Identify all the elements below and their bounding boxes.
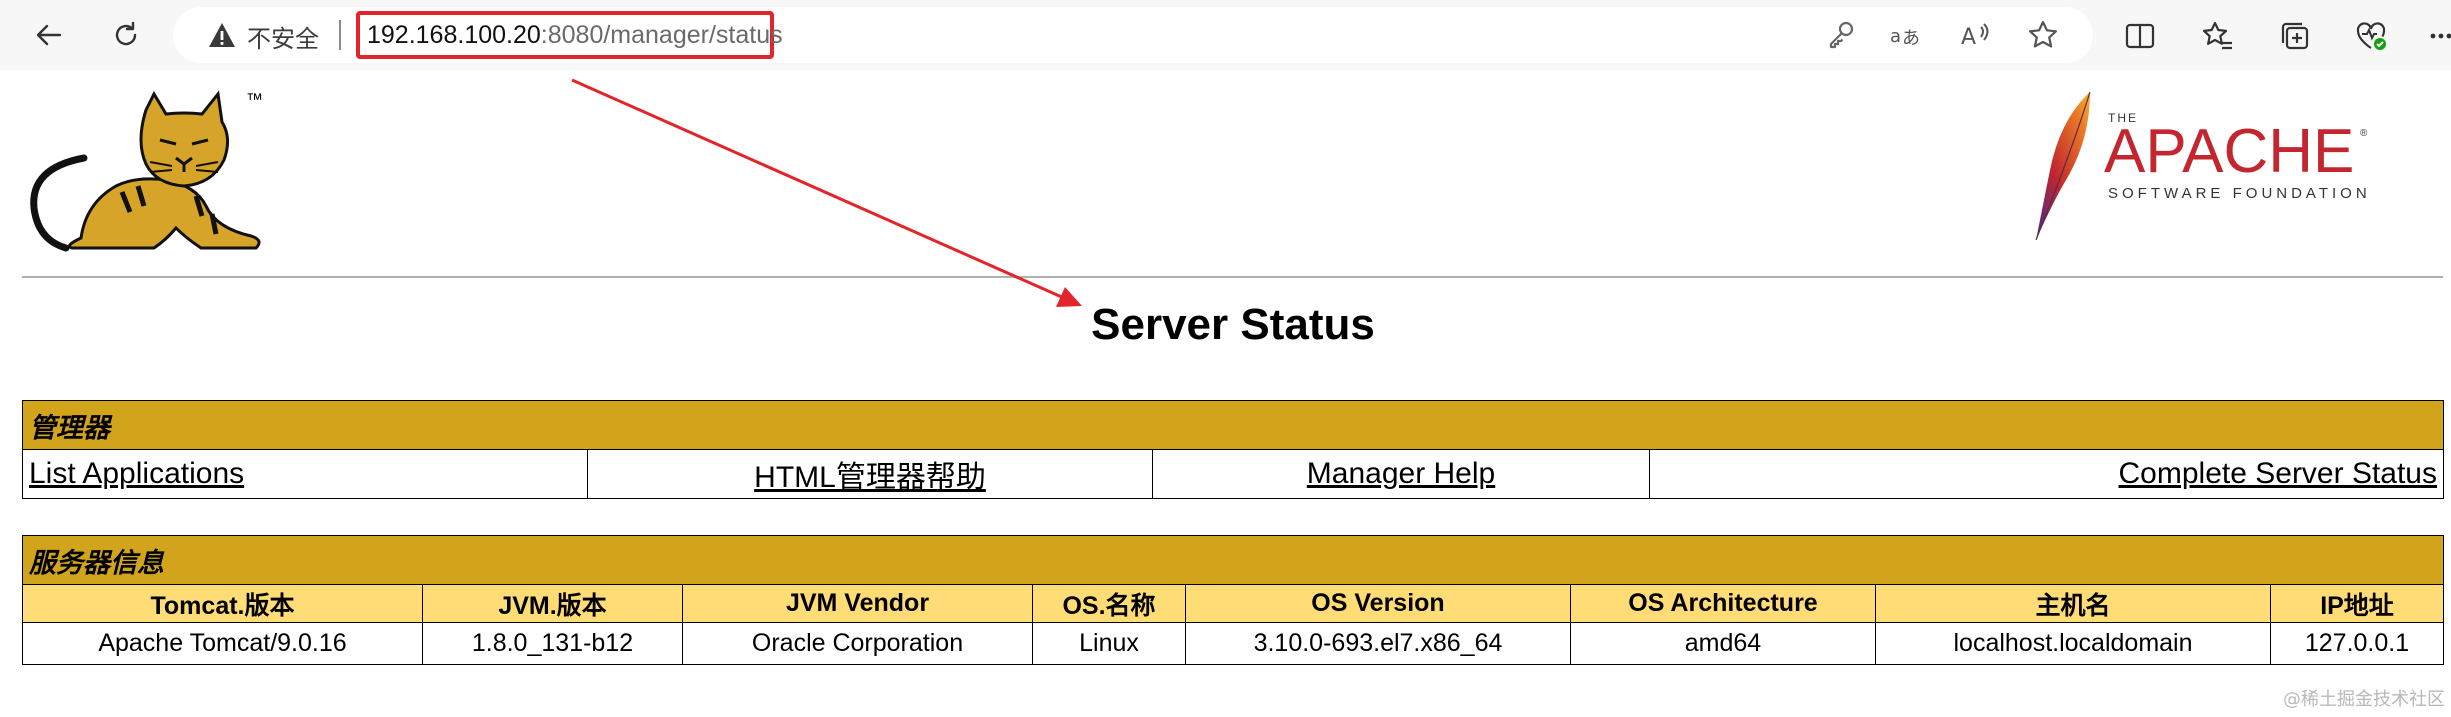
url-text[interactable]: 192.168.100.20:8080/manager/status bbox=[367, 21, 783, 50]
column-header-row: Tomcat.版本 JVM.版本 JVM Vendor OS.名称 OS Ver… bbox=[22, 584, 2444, 623]
security-status[interactable]: 不安全 bbox=[247, 19, 319, 54]
address-bar[interactable]: 不安全 192.168.100.20:8080/manager/status a… bbox=[173, 7, 2093, 63]
column-header: 主机名 bbox=[1875, 584, 2271, 623]
column-header: JVM.版本 bbox=[422, 584, 683, 623]
html-manager-help-cell: HTML管理器帮助 bbox=[587, 449, 1153, 499]
browser-toolbar: 不安全 192.168.100.20:8080/manager/status a… bbox=[0, 0, 2451, 70]
column-header: JVM Vendor bbox=[682, 584, 1033, 623]
svg-text:あ: あ bbox=[1902, 28, 1920, 49]
jvm-version-value: 1.8.0_131-b12 bbox=[422, 622, 683, 665]
complete-server-status-cell: Complete Server Status bbox=[1649, 449, 2444, 499]
column-header: IP地址 bbox=[2270, 584, 2444, 623]
url-highlight-box: 192.168.100.20:8080/manager/status bbox=[356, 11, 783, 59]
back-button[interactable] bbox=[27, 13, 71, 57]
complete-server-status-link[interactable]: Complete Server Status bbox=[2119, 457, 2437, 490]
manager-help-link[interactable]: Manager Help bbox=[1307, 457, 1495, 490]
translate-icon[interactable]: aあ bbox=[1889, 19, 1921, 51]
os-architecture-value: amd64 bbox=[1570, 622, 1876, 665]
watermark: @稀土掘金技术社区 bbox=[2283, 689, 2445, 710]
list-applications-cell: List Applications bbox=[22, 449, 588, 499]
tomcat-logo bbox=[30, 90, 261, 252]
os-name-value: Linux bbox=[1032, 622, 1186, 665]
os-version-value: 3.10.0-693.el7.x86_64 bbox=[1185, 622, 1571, 665]
url-host: 192.168.100.20 bbox=[367, 21, 541, 49]
refresh-button[interactable] bbox=[104, 13, 148, 57]
svg-text:SOFTWARE FOUNDATION: SOFTWARE FOUNDATION bbox=[2108, 185, 2371, 202]
tomcat-version-value: Apache Tomcat/9.0.16 bbox=[22, 622, 423, 665]
page-title: Server Status bbox=[1091, 300, 1375, 349]
trademark-symbol: ™ bbox=[246, 90, 263, 109]
column-header: OS Architecture bbox=[1570, 584, 1876, 623]
jvm-vendor-value: Oracle Corporation bbox=[682, 622, 1033, 665]
svg-text:APACHE: APACHE bbox=[2104, 117, 2354, 186]
hostname-value: localhost.localdomain bbox=[1875, 622, 2271, 665]
read-aloud-icon[interactable]: A bbox=[1959, 19, 1991, 51]
manager-header: 管理器 bbox=[22, 400, 2444, 450]
table-row: Apache Tomcat/9.0.16 1.8.0_131-b12 Oracl… bbox=[22, 622, 2444, 665]
key-icon[interactable] bbox=[1825, 19, 1857, 51]
favorites-icon[interactable] bbox=[2200, 19, 2234, 53]
column-header: OS.名称 bbox=[1032, 584, 1186, 623]
manager-table: 管理器 List Applications HTML管理器帮助 Manager … bbox=[22, 400, 2444, 499]
list-applications-link[interactable]: List Applications bbox=[29, 457, 244, 490]
collections-icon[interactable] bbox=[2278, 19, 2312, 53]
svg-text:A: A bbox=[1961, 25, 1976, 50]
server-info-header: 服务器信息 bbox=[22, 535, 2444, 585]
ip-address-value: 127.0.0.1 bbox=[2270, 622, 2444, 665]
warning-icon bbox=[209, 23, 235, 47]
header-divider bbox=[22, 276, 2443, 278]
column-header: Tomcat.版本 bbox=[22, 584, 423, 623]
back-icon bbox=[36, 24, 62, 46]
svg-text:®: ® bbox=[2360, 128, 2368, 139]
server-info-table: 服务器信息 Tomcat.版本 JVM.版本 JVM Vendor OS.名称 … bbox=[22, 535, 2444, 665]
svg-text:a: a bbox=[1890, 26, 1901, 47]
url-path: :8080/manager/status bbox=[540, 21, 783, 49]
address-separator bbox=[339, 20, 341, 50]
manager-help-cell: Manager Help bbox=[1152, 449, 1650, 499]
split-screen-icon[interactable] bbox=[2123, 19, 2157, 53]
html-manager-help-link[interactable]: HTML管理器帮助 bbox=[754, 461, 986, 494]
more-icon[interactable] bbox=[2428, 19, 2451, 53]
browser-essentials-icon[interactable] bbox=[2354, 19, 2388, 53]
apache-logo: THE APACHE ® SOFTWARE FOUNDATION bbox=[2035, 91, 2371, 240]
favorite-star-icon[interactable] bbox=[2027, 19, 2059, 51]
column-header: OS Version bbox=[1185, 584, 1571, 623]
refresh-icon bbox=[115, 21, 137, 46]
